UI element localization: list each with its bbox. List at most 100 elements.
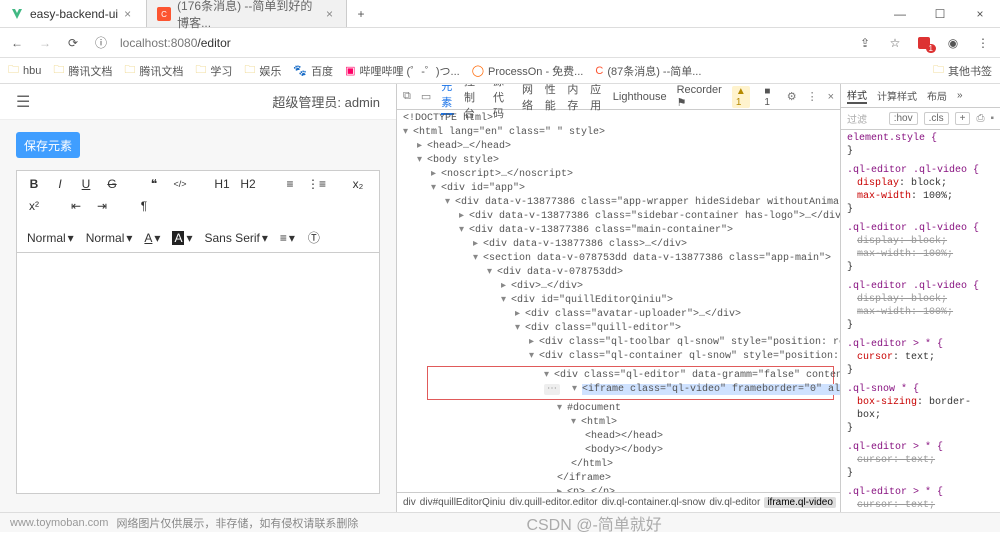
info-badge[interactable]: ■ 1: [760, 86, 776, 108]
tab-application[interactable]: 应用: [590, 84, 603, 113]
underline-button[interactable]: U: [77, 177, 95, 191]
close-devtools-icon[interactable]: ×: [828, 91, 834, 103]
bookmark-item[interactable]: 🗀腾讯文档: [53, 61, 112, 80]
editor-content[interactable]: [17, 253, 379, 493]
selected-node-highlight: ▾<div class="ql-editor" data-gramm="fals…: [427, 366, 834, 400]
tab-lighthouse[interactable]: Lighthouse: [613, 91, 667, 103]
h1-button[interactable]: H1: [213, 177, 231, 191]
selected-element[interactable]: <iframe class="ql-video" frameborder="0"…: [582, 384, 840, 395]
more-icon[interactable]: ▪: [990, 113, 994, 124]
reload-icon[interactable]: ⟳: [64, 36, 82, 50]
chevron-down-icon: ▾: [154, 231, 160, 245]
blockquote-button[interactable]: ❝: [145, 177, 163, 191]
tab-network[interactable]: 网络: [522, 84, 535, 113]
device-mode-icon[interactable]: ▭: [421, 90, 431, 103]
bullet-list-button[interactable]: ⋮≡: [307, 177, 325, 191]
close-window-icon[interactable]: ×: [960, 0, 1000, 27]
tab-computed[interactable]: 计算样式: [877, 88, 917, 103]
tab-layout[interactable]: 布局: [927, 88, 947, 103]
favicon-vue-icon: [10, 7, 24, 21]
bookmark-item[interactable]: 🗀学习: [195, 61, 232, 80]
clean-button[interactable]: Ⓣ: [305, 229, 323, 246]
extension-icon[interactable]: 1: [916, 35, 932, 51]
color-select[interactable]: A▾: [142, 231, 162, 245]
share-icon[interactable]: ⇪: [856, 36, 874, 50]
maximize-icon[interactable]: ☐: [920, 0, 960, 27]
background-select[interactable]: A▾: [170, 231, 194, 245]
save-button[interactable]: 保存元素: [16, 132, 80, 158]
gear-icon[interactable]: ⚙: [787, 90, 797, 103]
devtools-panel: ⧉ ▭ 元素 控制台 源代码 网络 性能 内存 应用 Lighthouse Re…: [396, 84, 1000, 512]
tab-performance[interactable]: 性能: [545, 84, 558, 113]
italic-button[interactable]: I: [51, 177, 69, 191]
bookmark-item[interactable]: 🗀娱乐: [244, 61, 281, 80]
hov-chip[interactable]: :hov: [889, 112, 918, 125]
direction-button[interactable]: ¶: [135, 199, 153, 213]
minimize-icon[interactable]: —: [880, 0, 920, 27]
bookmark-item[interactable]: C(87条消息) --简单...: [595, 63, 701, 79]
favicon-csdn-icon: C: [157, 7, 171, 21]
tab-styles[interactable]: 样式: [847, 87, 867, 104]
bookmark-item[interactable]: ▣哔哩哔哩 (゜-゜)つ...: [345, 63, 460, 79]
bookmark-item[interactable]: 🗀hbu: [8, 61, 41, 80]
bookmark-item[interactable]: 🐾百度: [293, 63, 333, 79]
subscript-button[interactable]: x₂: [349, 177, 367, 191]
baidu-icon: 🐾: [293, 64, 307, 77]
style-filter-row: 过滤 :hov .cls + ⎙ ▪: [841, 108, 1000, 130]
more-tabs[interactable]: »: [957, 90, 963, 101]
ordered-list-button[interactable]: ≡: [281, 177, 299, 191]
other-bookmarks[interactable]: 🗀其他书签: [933, 61, 992, 80]
style-rules[interactable]: element.style {}.ql-editor .ql-video {</…: [841, 130, 1000, 512]
strike-button[interactable]: G: [103, 177, 121, 191]
filter-input[interactable]: 过滤: [847, 111, 883, 126]
h2-button[interactable]: H2: [239, 177, 257, 191]
browser-tab-2[interactable]: C (176条消息) --简单到好的博客... ×: [147, 0, 347, 27]
add-rule-button[interactable]: +: [955, 112, 971, 125]
page-footer: www.toymoban.com 网络图片仅供展示，非存储，如有侵权请联系删除 …: [0, 512, 1000, 532]
folder-icon: 🗀: [53, 61, 64, 80]
folder-icon: 🗀: [8, 61, 19, 80]
header-select[interactable]: Normal▾: [84, 231, 135, 245]
svg-text:C: C: [161, 10, 167, 19]
close-icon[interactable]: ×: [124, 7, 136, 21]
chevron-down-icon: ▾: [68, 231, 74, 245]
outdent-button[interactable]: ⇤: [67, 199, 85, 213]
collapse-ellipsis-icon[interactable]: ⋯: [544, 384, 560, 395]
superscript-button[interactable]: x²: [25, 199, 43, 213]
size-select[interactable]: Normal▾: [25, 231, 76, 245]
tab-recorder[interactable]: Recorder ⚑: [677, 84, 722, 109]
back-icon[interactable]: ←: [8, 36, 26, 50]
bookmark-item[interactable]: 🗀腾讯文档: [124, 61, 183, 80]
chevron-down-icon: ▾: [126, 231, 132, 245]
bookmark-icon[interactable]: ☆: [886, 36, 904, 50]
breadcrumb[interactable]: div div#quillEditorQiniu div.quill-edito…: [397, 492, 840, 512]
print-icon[interactable]: ⎙: [976, 113, 984, 124]
warnings-badge[interactable]: ▲ 1: [732, 86, 751, 108]
dom-tree[interactable]: <!DOCTYPE html> ▾<html lang="en" class="…: [397, 110, 840, 492]
devtools-tabs: ⧉ ▭ 元素 控制台 源代码 网络 性能 内存 应用 Lighthouse Re…: [397, 84, 840, 110]
cls-chip[interactable]: .cls: [924, 112, 949, 125]
app-header: ☰ 超级管理员: admin: [0, 84, 396, 120]
watermark-text: CSDN @-简单就好: [526, 511, 661, 535]
new-tab-button[interactable]: +: [347, 0, 375, 27]
menu-icon[interactable]: ⋮: [974, 36, 992, 50]
bold-button[interactable]: B: [25, 177, 43, 191]
more-icon[interactable]: ⋮: [807, 90, 818, 103]
close-icon[interactable]: ×: [326, 7, 336, 21]
hamburger-icon[interactable]: ☰: [16, 92, 30, 112]
browser-tab-1[interactable]: easy-backend-ui ×: [0, 0, 147, 27]
indent-button[interactable]: ⇥: [93, 199, 111, 213]
tab-memory[interactable]: 内存: [567, 84, 580, 113]
styles-panel: 样式 计算样式 布局 » 过滤 :hov .cls + ⎙ ▪ element.…: [840, 84, 1000, 512]
align-select[interactable]: ≡▾: [278, 231, 297, 245]
info-icon[interactable]: ⓘ: [92, 34, 110, 51]
font-select[interactable]: Sans Serif▾: [203, 231, 270, 245]
bookmark-item[interactable]: ◯ProcessOn - 免费...: [472, 63, 584, 79]
admin-label[interactable]: 超级管理员: admin: [272, 92, 380, 111]
profile-icon[interactable]: ◉: [944, 36, 962, 50]
inspect-icon[interactable]: ⧉: [403, 90, 411, 103]
folder-icon: 🗀: [124, 61, 135, 80]
codeblock-button[interactable]: </>: [171, 179, 189, 189]
address-field[interactable]: localhost:8080/editor: [120, 36, 231, 50]
tab-title: (176条消息) --简单到好的博客...: [177, 0, 320, 31]
